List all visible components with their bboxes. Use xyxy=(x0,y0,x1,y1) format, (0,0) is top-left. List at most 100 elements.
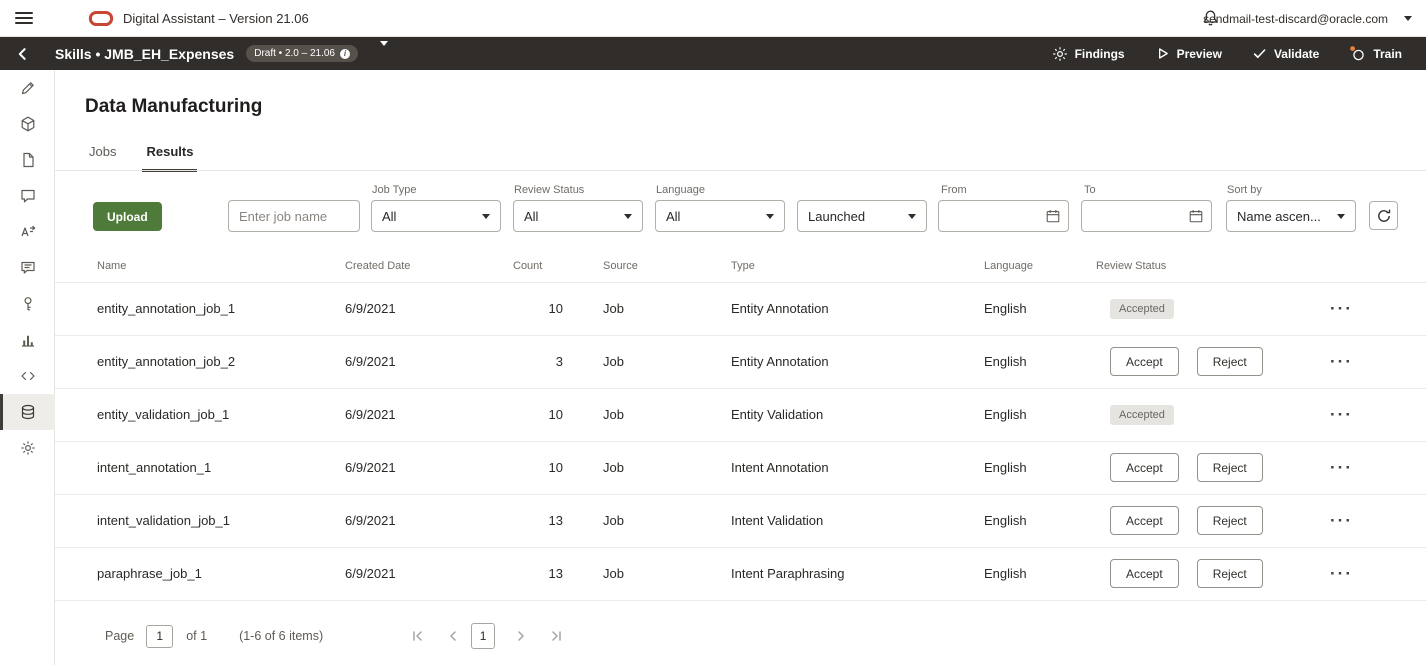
row-menu-button[interactable]: ··· xyxy=(1330,458,1353,478)
table-row: entity_annotation_job_26/9/20213JobEntit… xyxy=(55,335,1426,388)
accept-button[interactable]: Accept xyxy=(1110,559,1179,588)
version-chevron-down-icon[interactable] xyxy=(380,46,388,61)
sidebar-item-chart[interactable] xyxy=(0,322,55,358)
calendar-icon[interactable] xyxy=(1184,208,1211,224)
bell-icon[interactable] xyxy=(1200,9,1220,27)
column-header-actions xyxy=(1310,250,1426,282)
source: Job xyxy=(603,441,731,494)
language: English xyxy=(984,282,1096,335)
accept-button[interactable]: Accept xyxy=(1110,506,1179,535)
job-type-select[interactable]: All xyxy=(371,200,501,232)
train-label: Train xyxy=(1373,47,1402,61)
sidebar-item-chat[interactable] xyxy=(0,178,55,214)
row-menu-button[interactable]: ··· xyxy=(1330,511,1353,531)
table-row: intent_validation_job_16/9/202113JobInte… xyxy=(55,494,1426,547)
from-date-input[interactable] xyxy=(939,209,1041,224)
items-range-label: (1-6 of 6 items) xyxy=(239,629,323,643)
review-status-cell: Accepted xyxy=(1096,282,1310,335)
chevron-down-icon[interactable] xyxy=(1404,16,1412,21)
language-select[interactable]: All xyxy=(655,200,785,232)
train-button[interactable]: Train xyxy=(1349,45,1402,62)
to-label: To xyxy=(1084,184,1096,196)
sort-by-select[interactable]: Name ascen... xyxy=(1226,200,1356,232)
review-status-value: All xyxy=(524,209,618,224)
accept-button[interactable]: Accept xyxy=(1110,453,1179,482)
sidebar-item-comment[interactable] xyxy=(0,250,55,286)
review-status-select[interactable]: All xyxy=(513,200,643,232)
accept-button[interactable]: Accept xyxy=(1110,347,1179,376)
launched-select[interactable]: Launched xyxy=(797,200,927,232)
row-actions-cell: ··· xyxy=(1310,282,1426,335)
review-status-cell: Accept Reject xyxy=(1096,547,1310,600)
user-email[interactable]: sendmail-test-discard@oracle.com xyxy=(1203,12,1388,26)
job-type: Intent Validation xyxy=(731,494,984,547)
language-label: Language xyxy=(656,184,705,196)
column-header-source: Source xyxy=(603,250,731,282)
topbar: Digital Assistant – Version 21.06 sendma… xyxy=(0,0,1426,37)
from-label: From xyxy=(941,184,967,196)
sidebar-item-settings[interactable] xyxy=(0,430,55,466)
sidebar-item-translate[interactable] xyxy=(0,214,55,250)
job-name: intent_validation_job_1 xyxy=(55,494,345,547)
calendar-icon[interactable] xyxy=(1041,208,1068,224)
from-date-field[interactable] xyxy=(938,200,1069,232)
column-header-name: Name xyxy=(55,250,345,282)
table-header-row: Name Created Date Count Source Type Lang… xyxy=(55,250,1426,282)
column-header-created-date: Created Date xyxy=(345,250,513,282)
tab-jobs[interactable]: Jobs xyxy=(85,138,120,172)
menu-icon[interactable] xyxy=(15,9,35,27)
sidebar-item-pen[interactable] xyxy=(0,70,55,106)
reject-button[interactable]: Reject xyxy=(1197,453,1263,482)
preview-button[interactable]: Preview xyxy=(1155,46,1222,61)
sidebar-item-code[interactable] xyxy=(0,358,55,394)
column-header-review-status: Review Status xyxy=(1096,250,1310,282)
sidebar-item-database-selected[interactable] xyxy=(0,394,55,430)
created-date: 6/9/2021 xyxy=(345,547,513,600)
refresh-button[interactable] xyxy=(1369,201,1398,230)
to-date-input[interactable] xyxy=(1082,209,1184,224)
reject-button[interactable]: Reject xyxy=(1197,347,1263,376)
reject-button[interactable]: Reject xyxy=(1197,559,1263,588)
first-page-icon[interactable] xyxy=(405,624,429,648)
sidebar-item-key[interactable] xyxy=(0,286,55,322)
appbar-actions: Findings Preview Validate Train xyxy=(1052,45,1426,62)
comment-icon xyxy=(19,259,37,277)
row-menu-button[interactable]: ··· xyxy=(1330,564,1353,584)
tab-results[interactable]: Results xyxy=(142,138,197,172)
table-row: entity_validation_job_16/9/202110JobEnti… xyxy=(55,388,1426,441)
language: English xyxy=(984,547,1096,600)
sidebar-item-document[interactable] xyxy=(0,142,55,178)
refresh-icon xyxy=(1376,208,1392,224)
row-actions-cell: ··· xyxy=(1310,388,1426,441)
sidebar-item-box[interactable] xyxy=(0,106,55,142)
row-menu-button[interactable]: ··· xyxy=(1330,405,1353,425)
job-name-input[interactable] xyxy=(228,200,360,232)
row-menu-button[interactable]: ··· xyxy=(1330,352,1353,372)
current-page-indicator[interactable]: 1 xyxy=(471,623,495,649)
validate-button[interactable]: Validate xyxy=(1252,46,1319,61)
app-title: Digital Assistant – Version 21.06 xyxy=(123,11,309,26)
reject-button[interactable]: Reject xyxy=(1197,506,1263,535)
back-chevron-icon[interactable] xyxy=(16,47,29,61)
to-date-field[interactable] xyxy=(1081,200,1212,232)
version-badge: Draft • 2.0 – 21.06 i xyxy=(246,45,358,62)
job-type: Entity Validation xyxy=(731,388,984,441)
count: 3 xyxy=(513,335,603,388)
key-icon xyxy=(19,295,37,313)
upload-button[interactable]: Upload xyxy=(93,202,162,231)
row-menu-button[interactable]: ··· xyxy=(1330,299,1353,319)
last-page-icon[interactable] xyxy=(545,624,569,648)
created-date: 6/9/2021 xyxy=(345,335,513,388)
count: 13 xyxy=(513,494,603,547)
findings-button[interactable]: Findings xyxy=(1052,46,1125,62)
review-status-label: Review Status xyxy=(514,184,584,196)
next-page-icon[interactable] xyxy=(509,624,533,648)
code-icon xyxy=(19,367,37,385)
info-icon[interactable]: i xyxy=(340,49,350,59)
chevron-down-icon xyxy=(1337,214,1345,219)
prev-page-icon[interactable] xyxy=(441,624,465,648)
page-number-input[interactable] xyxy=(146,625,173,648)
column-header-language: Language xyxy=(984,250,1096,282)
table-row: entity_annotation_job_16/9/202110JobEnti… xyxy=(55,282,1426,335)
main-content: Data Manufacturing Jobs Results Upload J… xyxy=(55,70,1426,665)
